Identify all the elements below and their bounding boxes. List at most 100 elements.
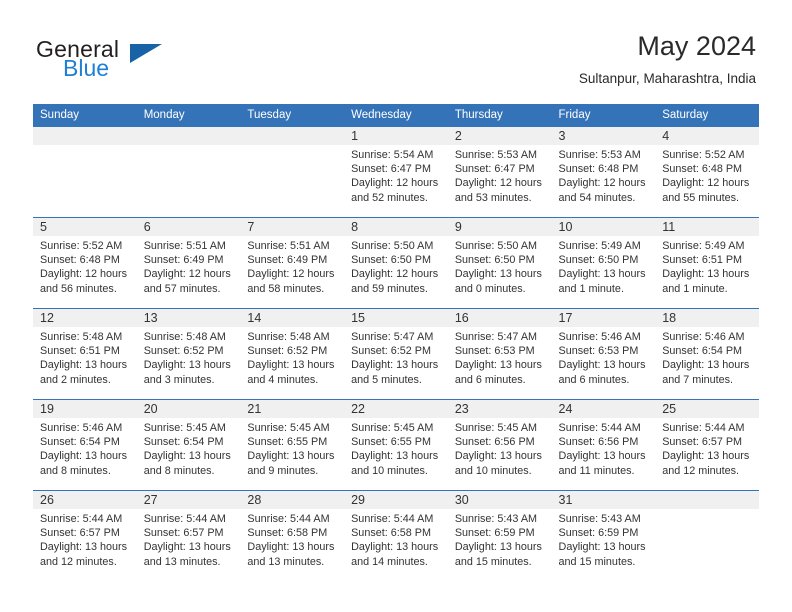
sunset-text: Sunset: 6:52 PM: [351, 345, 431, 358]
daylight-text-line1: Daylight: 13 hours: [143, 450, 231, 463]
calendar-day-cell[interactable]: 8 Sunrise: 5:50 AM Sunset: 6:50 PM Daylight…: [344, 217, 448, 309]
calendar-day-cell[interactable]: 9 Sunrise: 5:50 AM Sunset: 6:50 PM Daylight…: [447, 217, 552, 309]
day-number: 30: [447, 491, 552, 509]
calendar-day-cell[interactable]: 17 Sunrise: 5:46 AM Sunset: 6:53 PM Dayligh…: [551, 308, 656, 400]
calendar-day-cell[interactable]: 23 Sunrise: 5:45 AM Sunset: 6:56 PM Dayligh…: [447, 399, 552, 491]
day-details: Sunrise: 5:44 AM Sunset: 6:57 PM Daylight:…: [655, 418, 759, 478]
day-number: 1: [344, 127, 448, 145]
day-cell-inner: 17 Sunrise: 5:46 AM Sunset: 6:53 PM Dayligh…: [551, 309, 656, 399]
calendar-day-cell[interactable]: 18 Sunrise: 5:46 AM Sunset: 6:54 PM Dayligh…: [655, 308, 759, 400]
sunrise-text: Sunrise: 5:47 AM: [454, 331, 538, 343]
sunset-text: Sunset: 6:50 PM: [558, 254, 639, 267]
day-number: 10: [551, 218, 656, 236]
daylight-text-line1: Daylight: 12 hours: [351, 177, 439, 190]
day-details: Sunrise: 5:43 AM Sunset: 6:59 PM Daylight:…: [448, 509, 552, 569]
calendar-day-cell[interactable]: 15 Sunrise: 5:47 AM Sunset: 6:52 PM Dayligh…: [344, 308, 448, 400]
calendar-day-cell[interactable]: 14 Sunrise: 5:48 AM Sunset: 6:52 PM Dayligh…: [240, 308, 345, 400]
sunset-text: Sunset: 6:53 PM: [558, 345, 639, 358]
calendar-day-cell[interactable]: 4 Sunrise: 5:52 AM Sunset: 6:48 PM Daylight…: [655, 127, 759, 218]
day-details: Sunrise: 5:53 AM Sunset: 6:47 PM Daylight:…: [448, 145, 552, 205]
day-number: [655, 491, 759, 509]
daylight-text-line2: and 12 minutes.: [662, 464, 740, 477]
day-cell-inner: 9 Sunrise: 5:50 AM Sunset: 6:50 PM Daylight…: [447, 218, 552, 308]
calendar-day-cell[interactable]: 25 Sunrise: 5:44 AM Sunset: 6:57 PM Dayligh…: [655, 399, 759, 491]
daylight-text-line1: Daylight: 12 hours: [454, 177, 542, 190]
general-blue-logo[interactable]: General Blue: [36, 36, 216, 82]
weekday-header-sunday: Sunday: [33, 104, 137, 127]
daylight-text-line2: and 55 minutes.: [662, 191, 740, 204]
calendar-day-cell[interactable]: 11 Sunrise: 5:49 AM Sunset: 6:51 PM Dayligh…: [655, 217, 759, 309]
day-cell-inner: [240, 127, 345, 217]
calendar-day-cell[interactable]: 13 Sunrise: 5:48 AM Sunset: 6:52 PM Dayligh…: [136, 308, 241, 400]
calendar-day-cell[interactable]: 28 Sunrise: 5:44 AM Sunset: 6:58 PM Dayligh…: [240, 490, 345, 581]
calendar-day-cell[interactable]: 12 Sunrise: 5:48 AM Sunset: 6:51 PM Dayligh…: [33, 308, 137, 400]
day-cell-inner: 23 Sunrise: 5:45 AM Sunset: 6:56 PM Dayligh…: [447, 400, 552, 490]
day-details: Sunrise: 5:45 AM Sunset: 6:55 PM Daylight:…: [240, 418, 344, 478]
calendar-day-cell[interactable]: 2 Sunrise: 5:53 AM Sunset: 6:47 PM Daylight…: [447, 127, 552, 218]
day-number: 31: [551, 491, 656, 509]
daylight-text-line1: Daylight: 13 hours: [351, 541, 439, 554]
day-details: Sunrise: 5:45 AM Sunset: 6:54 PM Daylight:…: [137, 418, 241, 478]
sunrise-text: Sunrise: 5:46 AM: [40, 422, 123, 434]
day-number: 12: [33, 309, 137, 327]
calendar-day-cell[interactable]: 16 Sunrise: 5:47 AM Sunset: 6:53 PM Dayligh…: [447, 308, 552, 400]
page-header: General Blue May 2024 Sultanpur, Maharas…: [0, 0, 792, 100]
daylight-text-line1: Daylight: 13 hours: [143, 359, 231, 372]
calendar-day-cell[interactable]: 27 Sunrise: 5:44 AM Sunset: 6:57 PM Dayligh…: [136, 490, 241, 581]
calendar-week-row: 26 Sunrise: 5:44 AM Sunset: 6:57 PM Dayligh…: [33, 490, 759, 581]
day-number: 21: [240, 400, 345, 418]
calendar-day-cell[interactable]: 1 Sunrise: 5:54 AM Sunset: 6:47 PM Daylight…: [344, 127, 448, 218]
day-number: 28: [240, 491, 345, 509]
daylight-text-line1: Daylight: 13 hours: [558, 541, 646, 554]
sunrise-text: Sunrise: 5:43 AM: [558, 513, 641, 525]
day-number: 2: [447, 127, 552, 145]
sunset-text: Sunset: 6:51 PM: [662, 254, 743, 267]
sunrise-text: Sunrise: 5:44 AM: [662, 422, 745, 434]
daylight-text-line1: Daylight: 13 hours: [351, 450, 439, 463]
calendar-day-cell[interactable]: 26 Sunrise: 5:44 AM Sunset: 6:57 PM Dayligh…: [33, 490, 137, 581]
calendar-day-cell[interactable]: 31 Sunrise: 5:43 AM Sunset: 6:59 PM Dayligh…: [551, 490, 656, 581]
day-cell-inner: 24 Sunrise: 5:44 AM Sunset: 6:56 PM Dayligh…: [551, 400, 656, 490]
day-cell-inner: [33, 127, 137, 217]
daylight-text-line2: and 58 minutes.: [247, 282, 325, 295]
calendar-day-cell[interactable]: 24 Sunrise: 5:44 AM Sunset: 6:56 PM Dayligh…: [551, 399, 656, 491]
daylight-text-line1: Daylight: 13 hours: [454, 541, 542, 554]
day-cell-inner: 2 Sunrise: 5:53 AM Sunset: 6:47 PM Daylight…: [447, 127, 552, 217]
sunset-text: Sunset: 6:57 PM: [662, 436, 743, 449]
daylight-text-line1: Daylight: 12 hours: [351, 268, 439, 281]
daylight-text-line1: Daylight: 13 hours: [247, 359, 335, 372]
calendar-day-cell[interactable]: 6 Sunrise: 5:51 AM Sunset: 6:49 PM Daylight…: [136, 217, 241, 309]
calendar-day-cell[interactable]: 10 Sunrise: 5:49 AM Sunset: 6:50 PM Dayligh…: [551, 217, 656, 309]
calendar-day-cell[interactable]: 3 Sunrise: 5:53 AM Sunset: 6:48 PM Daylight…: [551, 127, 656, 218]
calendar-day-cell[interactable]: 19 Sunrise: 5:46 AM Sunset: 6:54 PM Dayligh…: [33, 399, 137, 491]
day-cell-inner: 3 Sunrise: 5:53 AM Sunset: 6:48 PM Daylight…: [551, 127, 656, 217]
calendar-day-cell[interactable]: 30 Sunrise: 5:43 AM Sunset: 6:59 PM Dayligh…: [447, 490, 552, 581]
sunset-text: Sunset: 6:58 PM: [247, 527, 328, 540]
sunrise-text: Sunrise: 5:53 AM: [454, 149, 538, 161]
daylight-text-line1: Daylight: 12 hours: [247, 268, 335, 281]
sunrise-text: Sunrise: 5:48 AM: [40, 331, 123, 343]
day-details: Sunrise: 5:44 AM Sunset: 6:56 PM Daylight:…: [552, 418, 656, 478]
calendar-day-cell-empty: [240, 127, 345, 218]
calendar-day-cell[interactable]: 21 Sunrise: 5:45 AM Sunset: 6:55 PM Dayligh…: [240, 399, 345, 491]
day-details: Sunrise: 5:51 AM Sunset: 6:49 PM Daylight:…: [240, 236, 344, 296]
day-details: [33, 145, 137, 148]
day-details: Sunrise: 5:48 AM Sunset: 6:52 PM Daylight:…: [137, 327, 241, 387]
day-cell-inner: 12 Sunrise: 5:48 AM Sunset: 6:51 PM Dayligh…: [33, 309, 137, 399]
day-number: 24: [551, 400, 656, 418]
calendar-day-cell[interactable]: 29 Sunrise: 5:44 AM Sunset: 6:58 PM Dayligh…: [344, 490, 448, 581]
calendar-day-cell[interactable]: 5 Sunrise: 5:52 AM Sunset: 6:48 PM Daylight…: [33, 217, 137, 309]
day-number: 5: [33, 218, 137, 236]
calendar-day-cell[interactable]: 7 Sunrise: 5:51 AM Sunset: 6:49 PM Daylight…: [240, 217, 345, 309]
day-cell-inner: 10 Sunrise: 5:49 AM Sunset: 6:50 PM Dayligh…: [551, 218, 656, 308]
day-number: [33, 127, 137, 145]
calendar-day-cell[interactable]: 20 Sunrise: 5:45 AM Sunset: 6:54 PM Dayligh…: [136, 399, 241, 491]
calendar-day-cell[interactable]: 22 Sunrise: 5:45 AM Sunset: 6:55 PM Dayligh…: [344, 399, 448, 491]
calendar-page: General Blue May 2024 Sultanpur, Maharas…: [0, 0, 792, 612]
day-details: Sunrise: 5:50 AM Sunset: 6:50 PM Daylight:…: [344, 236, 448, 296]
weekday-header-friday: Friday: [551, 104, 656, 127]
day-details: Sunrise: 5:47 AM Sunset: 6:52 PM Daylight:…: [344, 327, 448, 387]
day-number: 9: [447, 218, 552, 236]
calendar-week-row: 12 Sunrise: 5:48 AM Sunset: 6:51 PM Dayligh…: [33, 308, 759, 400]
sunset-text: Sunset: 6:50 PM: [454, 254, 535, 267]
